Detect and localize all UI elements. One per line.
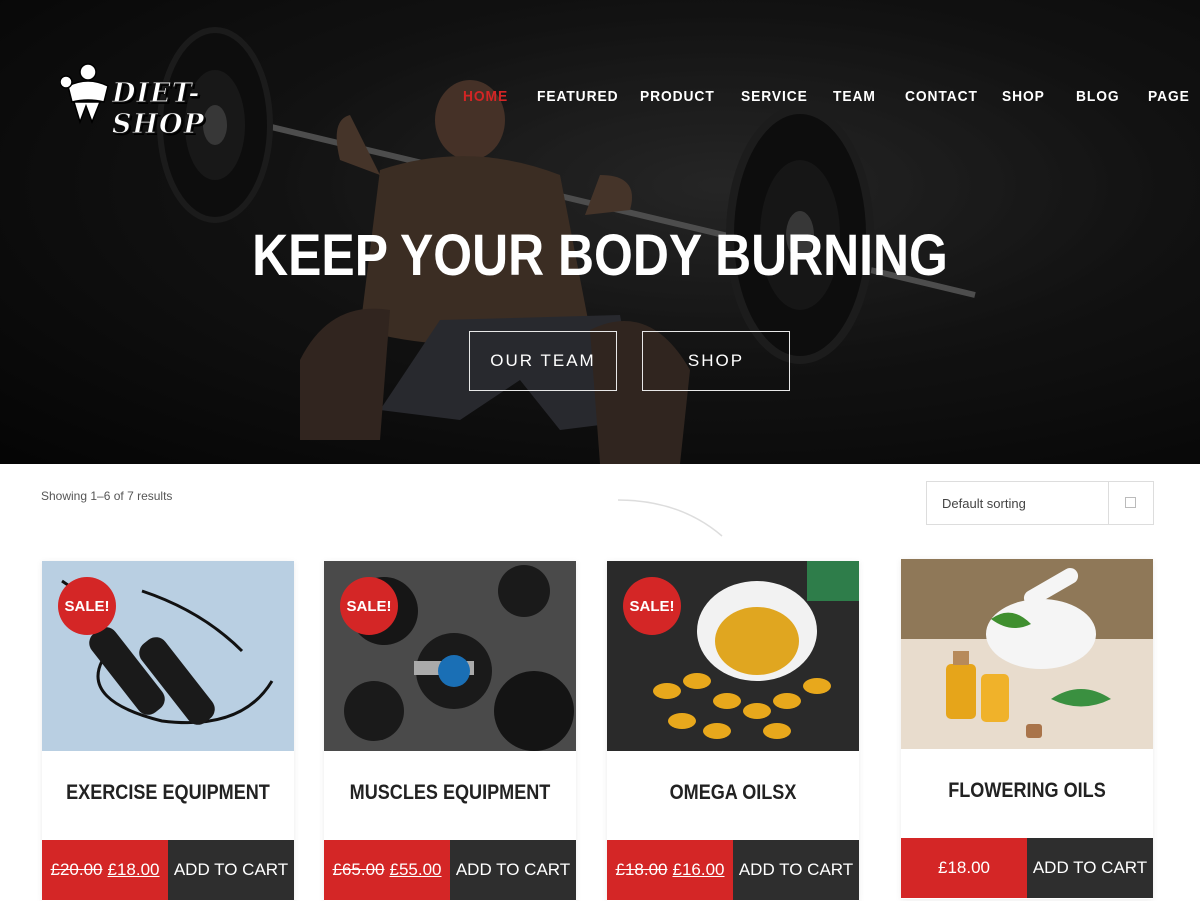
herbal-oils-image xyxy=(901,559,1153,749)
nav-item-home[interactable]: HOME xyxy=(463,88,508,105)
sale-badge: SALE! xyxy=(340,577,398,635)
main-nav: HOME FEATURED PRODUCT SERVICE TEAM CONTA… xyxy=(0,88,1200,110)
product-price: £20.00 £18.00 xyxy=(42,840,168,900)
sale-price: £16.00 xyxy=(672,860,725,879)
dropdown-icon[interactable] xyxy=(1125,497,1136,508)
product-title[interactable]: EXERCISE EQUIPMENT xyxy=(60,781,277,805)
sort-select[interactable]: Default sorting xyxy=(926,481,1154,525)
product-card: SALE! OMEGA OILSX £18.00 £16.00 ADD TO C… xyxy=(607,561,859,901)
product-card: FLOWERING OILS £18.00 ADD TO CART xyxy=(901,559,1153,899)
product-price: £18.00 xyxy=(901,838,1027,898)
nav-item-service[interactable]: SERVICE xyxy=(741,88,808,105)
product-price: £18.00 £16.00 xyxy=(607,840,733,900)
sale-price: £18.00 xyxy=(938,858,990,877)
add-to-cart-button[interactable]: ADD TO CART xyxy=(733,840,859,900)
add-to-cart-button[interactable]: ADD TO CART xyxy=(168,840,294,900)
old-price: £20.00 xyxy=(50,860,103,879)
sort-divider xyxy=(1108,482,1109,524)
product-title[interactable]: MUSCLES EQUIPMENT xyxy=(342,781,559,805)
shop-button[interactable]: SHOP xyxy=(642,331,790,391)
hero-banner: DIET-SHOP HOME FEATURED PRODUCT SERVICE … xyxy=(0,0,1200,464)
nav-item-blog[interactable]: BLOG xyxy=(1076,88,1120,105)
product-title[interactable]: FLOWERING OILS xyxy=(919,779,1136,803)
nav-item-contact[interactable]: CONTACT xyxy=(905,88,978,105)
add-to-cart-button[interactable]: ADD TO CART xyxy=(450,840,576,900)
product-card: SALE! MUSCLES EQUIPMENT £65.00 £55.00 AD… xyxy=(324,561,576,901)
nav-item-product[interactable]: PRODUCT xyxy=(640,88,715,105)
hero-headline: KEEP YOUR BODY BURNING xyxy=(252,223,948,288)
nav-item-featured[interactable]: FEATURED xyxy=(537,88,618,105)
product-title[interactable]: OMEGA OILSX xyxy=(625,781,842,805)
decorative-arc xyxy=(617,499,723,537)
sale-badge: SALE! xyxy=(623,577,681,635)
old-price: £65.00 xyxy=(332,860,385,879)
product-image[interactable] xyxy=(901,559,1153,749)
sort-value: Default sorting xyxy=(942,496,1026,511)
product-price: £65.00 £55.00 xyxy=(324,840,450,900)
our-team-button[interactable]: OUR TEAM xyxy=(469,331,617,391)
nav-item-team[interactable]: TEAM xyxy=(833,88,876,105)
nav-item-shop[interactable]: SHOP xyxy=(1002,88,1045,105)
sale-badge: SALE! xyxy=(58,577,116,635)
add-to-cart-button[interactable]: ADD TO CART xyxy=(1027,838,1153,898)
product-card: SALE! EXERCISE EQUIPMENT £20.00 £18.00 A… xyxy=(42,561,294,901)
nav-item-page[interactable]: PAGE xyxy=(1148,88,1190,105)
sale-price: £18.00 xyxy=(107,860,160,879)
sale-price: £55.00 xyxy=(389,860,442,879)
old-price: £18.00 xyxy=(615,860,668,879)
result-count: Showing 1–6 of 7 results xyxy=(41,489,173,503)
